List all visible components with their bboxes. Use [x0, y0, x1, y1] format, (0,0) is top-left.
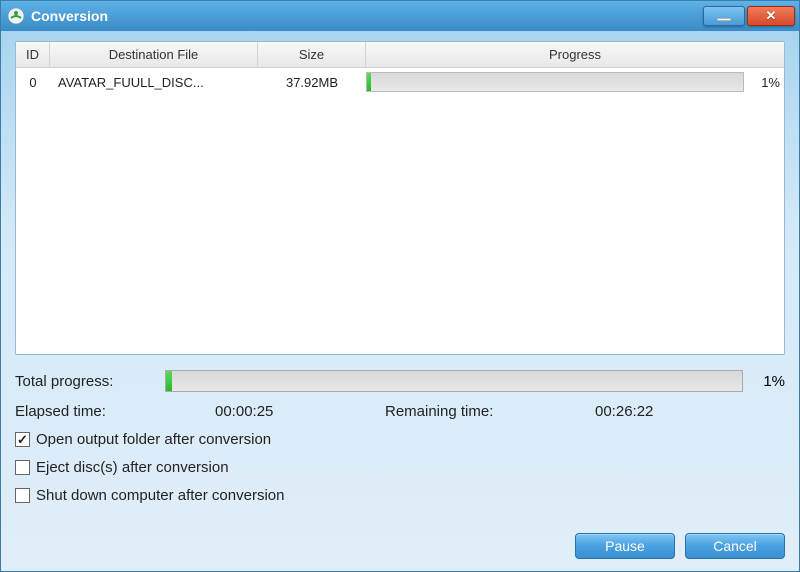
total-progress-section: Total progress: 1%	[15, 367, 785, 395]
total-progress-bar	[165, 370, 743, 392]
checkbox-shutdown[interactable]	[15, 488, 30, 503]
col-progress[interactable]: Progress	[366, 42, 784, 67]
file-list-panel: ID Destination File Size Progress 0 AVAT…	[15, 41, 785, 355]
table-header: ID Destination File Size Progress	[16, 42, 784, 68]
minimize-icon	[717, 18, 731, 21]
cell-id: 0	[16, 75, 50, 90]
cell-progress: 1%	[366, 72, 784, 92]
titlebar: Conversion ✕	[1, 1, 799, 31]
window-controls: ✕	[703, 6, 795, 26]
app-icon	[7, 7, 25, 25]
col-size[interactable]: Size	[258, 42, 366, 67]
remaining-time-value: 00:26:22	[595, 403, 653, 420]
cancel-button[interactable]: Cancel	[685, 533, 785, 559]
window-title: Conversion	[31, 8, 703, 24]
col-destination[interactable]: Destination File	[50, 42, 258, 67]
elapsed-time-value: 00:00:25	[215, 403, 385, 420]
label-open-folder: Open output folder after conversion	[36, 431, 271, 448]
option-open-folder[interactable]: Open output folder after conversion	[15, 431, 271, 448]
cell-destination: AVATAR_FUULL_DISC...	[50, 75, 258, 90]
button-row: Pause Cancel	[575, 533, 785, 559]
table-row[interactable]: 0 AVATAR_FUULL_DISC... 37.92MB 1%	[16, 68, 784, 96]
elapsed-time-label: Elapsed time:	[15, 403, 215, 420]
row-progress-pct: 1%	[744, 75, 780, 90]
time-row: Elapsed time: 00:00:25 Remaining time: 0…	[15, 403, 785, 420]
label-eject-disc: Eject disc(s) after conversion	[36, 459, 229, 476]
option-eject-disc[interactable]: Eject disc(s) after conversion	[15, 459, 229, 476]
conversion-window: Conversion ✕ ID Destination File Size Pr…	[0, 0, 800, 572]
option-shutdown[interactable]: Shut down computer after conversion	[15, 487, 284, 504]
total-progress-fill	[166, 371, 172, 391]
remaining-time-label: Remaining time:	[385, 403, 595, 420]
pause-button[interactable]: Pause	[575, 533, 675, 559]
label-shutdown: Shut down computer after conversion	[36, 487, 284, 504]
close-button[interactable]: ✕	[747, 6, 795, 26]
cell-size: 37.92MB	[258, 75, 366, 90]
checkbox-open-folder[interactable]	[15, 432, 30, 447]
total-progress-label: Total progress:	[15, 373, 165, 390]
col-id[interactable]: ID	[16, 42, 50, 67]
total-progress-pct: 1%	[743, 373, 785, 390]
row-progress-fill	[367, 73, 371, 91]
checkbox-eject-disc[interactable]	[15, 460, 30, 475]
row-progress-bar	[366, 72, 744, 92]
close-icon: ✕	[766, 8, 777, 24]
minimize-button[interactable]	[703, 6, 745, 26]
